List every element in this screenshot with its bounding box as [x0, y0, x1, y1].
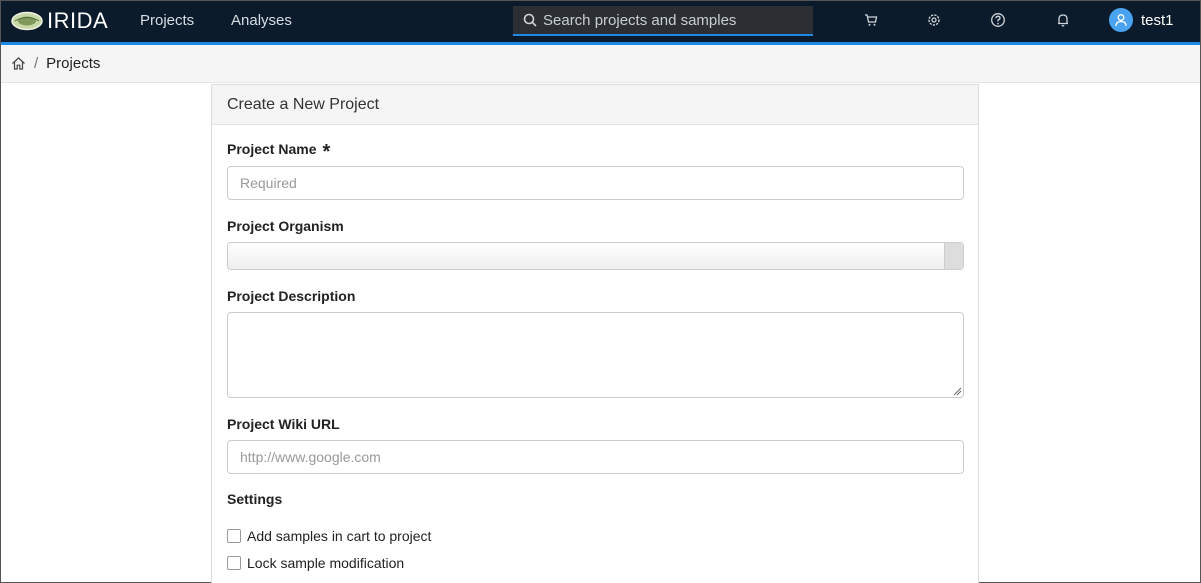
- cart-icon[interactable]: [863, 12, 879, 28]
- project-description-textarea[interactable]: [227, 312, 964, 398]
- required-mark: *: [322, 141, 331, 163]
- lock-samples-label[interactable]: Lock sample modification: [247, 555, 404, 571]
- project-name-input[interactable]: Required: [227, 166, 964, 200]
- irida-logo[interactable]: IRIDA: [11, 8, 108, 34]
- setting-lock-samples[interactable]: Lock sample modification: [227, 555, 404, 571]
- user-icon: [1115, 14, 1127, 27]
- breadcrumb-current: Projects: [46, 55, 101, 72]
- project-wiki-placeholder: http://www.google.com: [240, 449, 381, 465]
- global-search[interactable]: [513, 6, 813, 36]
- gear-icon[interactable]: [926, 12, 942, 28]
- breadcrumb: / Projects: [1, 45, 1200, 83]
- project-description-label: Project Description: [227, 288, 356, 304]
- project-wiki-label: Project Wiki URL: [227, 416, 340, 432]
- select-arrow-button[interactable]: [944, 243, 963, 269]
- brand-name: IRIDA: [47, 8, 109, 33]
- help-icon[interactable]: [990, 12, 1006, 28]
- setting-add-cart-samples[interactable]: Add samples in cart to project: [227, 528, 431, 544]
- irida-logo-icon: [11, 11, 43, 31]
- add-cart-samples-checkbox[interactable]: [227, 529, 241, 543]
- search-input[interactable]: [543, 11, 803, 29]
- home-icon[interactable]: [11, 56, 26, 71]
- user-menu[interactable]: test1: [1109, 8, 1174, 32]
- username: test1: [1141, 11, 1174, 29]
- settings-label: Settings: [227, 491, 283, 507]
- create-project-card: Create a New Project Project Name * Requi…: [211, 84, 979, 583]
- add-cart-samples-label[interactable]: Add samples in cart to project: [247, 528, 431, 544]
- project-organism-select[interactable]: [227, 242, 964, 270]
- project-name-label-text: Project Name: [227, 141, 317, 157]
- bell-icon[interactable]: [1055, 12, 1071, 28]
- breadcrumb-separator: /: [34, 55, 39, 72]
- top-navbar: IRIDA Projects Analyses test1: [1, 1, 1200, 45]
- resize-grip-icon[interactable]: [953, 387, 962, 396]
- project-name-placeholder: Required: [240, 175, 297, 191]
- lock-samples-checkbox[interactable]: [227, 556, 241, 570]
- card-title: Create a New Project: [212, 85, 978, 125]
- search-icon: [523, 13, 537, 27]
- project-organism-label: Project Organism: [227, 218, 344, 234]
- nav-link-projects[interactable]: Projects: [140, 12, 194, 29]
- project-name-label: Project Name *: [227, 141, 330, 164]
- project-wiki-input[interactable]: http://www.google.com: [227, 440, 964, 474]
- nav-link-analyses[interactable]: Analyses: [231, 12, 292, 29]
- avatar: [1109, 8, 1133, 32]
